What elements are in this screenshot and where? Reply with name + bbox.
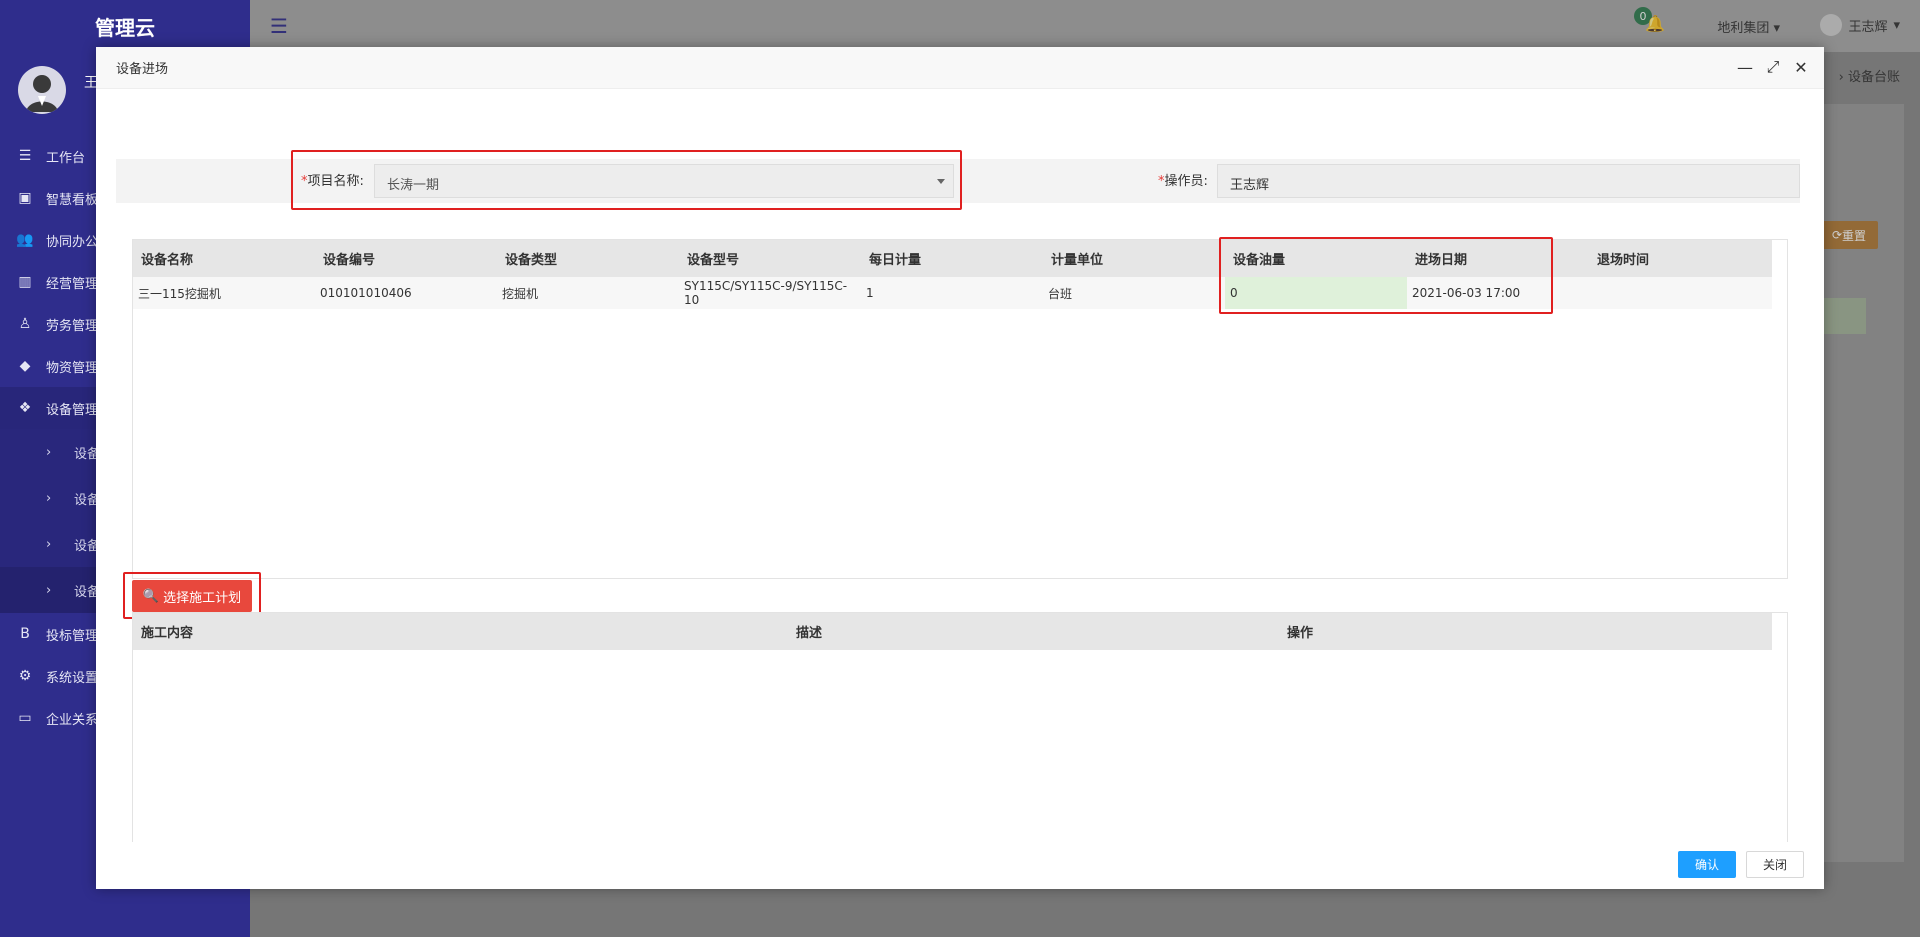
cube-icon: ◆: [19, 358, 31, 374]
sidebar-item-label: 工作台: [46, 150, 86, 166]
dialog-header: 设备进场 — ⤢ ✕: [96, 47, 1824, 89]
table-cell: 挖掘机: [502, 286, 539, 301]
table-header-cell: 计量单位: [1051, 253, 1104, 268]
chevron-right-icon: ›: [46, 444, 52, 460]
worker-icon: ♙: [18, 316, 32, 332]
table-header-cell: 描述: [796, 626, 823, 641]
operator-field[interactable]: 王志辉: [1217, 164, 1800, 198]
confirm-button[interactable]: 确认: [1678, 851, 1736, 878]
table-cell[interactable]: [1589, 277, 1772, 309]
sidebar-item-label: 劳务管理: [46, 318, 99, 334]
sidebar-item-label: 智慧看板: [46, 192, 99, 208]
app-logo: 管理云: [95, 15, 155, 40]
gear-icon: ⚙: [18, 668, 32, 684]
minimize-icon[interactable]: —: [1736, 55, 1754, 79]
table-header-cell: 设备名称: [141, 253, 194, 268]
table-header-cell: 退场时间: [1597, 253, 1650, 268]
operator-label-text: 操作员:: [1164, 174, 1208, 189]
dialog-title: 设备进场: [116, 62, 169, 77]
sidebar-item-label: 企业关系: [46, 712, 99, 728]
chevron-right-icon: ›: [46, 536, 52, 552]
sidebar-item-label: 经营管理: [46, 276, 99, 292]
operator-label: *操作员:: [1158, 170, 1208, 189]
table-header-cell: 每日计量: [869, 253, 922, 268]
table-header-cell: 施工内容: [141, 626, 194, 641]
table-header-cell: 操作: [1287, 626, 1314, 641]
maximize-icon[interactable]: ⤢: [1764, 55, 1782, 79]
table-header-cell: 设备型号: [687, 253, 740, 268]
bar-chart-icon: ▥: [18, 274, 32, 290]
dashboard-icon: ▣: [18, 190, 32, 206]
bold-b-icon: B: [20, 626, 30, 642]
table-header-cell: 设备编号: [323, 253, 376, 268]
avatar: [18, 66, 66, 114]
table-cell: 1: [866, 286, 874, 300]
equipment-entry-dialog: 设备进场 — ⤢ ✕ *项目名称: 长涛一期 *操作员: 王志辉 设备名称 设备编…: [96, 47, 1824, 889]
close-icon[interactable]: ✕: [1792, 55, 1810, 79]
table-cell: SY115C/SY115C-9/SY115C-10: [684, 279, 848, 307]
highlight-frame-project: [291, 150, 962, 210]
close-button[interactable]: 关闭: [1746, 851, 1804, 878]
sidebar-item-label: 协同办公: [46, 234, 99, 250]
operator-value: 王志辉: [1230, 178, 1270, 193]
sidebar-item-label: 设备管理: [46, 402, 99, 418]
plan-table-header: 施工内容 描述 操作: [133, 613, 1772, 650]
chevron-right-icon: ›: [46, 490, 52, 506]
highlight-frame-oil-date: [1219, 237, 1553, 314]
list-icon: ☰: [18, 148, 32, 164]
sidebar-item-label: 投标管理: [46, 628, 99, 644]
sidebar-item-label: 系统设置: [46, 670, 99, 686]
table-cell: 三一115挖掘机: [138, 286, 221, 301]
table-cell: 010101010406: [320, 286, 412, 300]
table-header-cell: 设备类型: [505, 253, 558, 268]
monitor-icon: ▭: [18, 710, 32, 726]
users-icon: 👥: [16, 232, 34, 248]
table-cell: 台班: [1048, 286, 1073, 301]
cubes-icon: ❖: [18, 400, 32, 416]
sidebar-item-label: 物资管理: [46, 360, 99, 376]
construction-plan-table: 施工内容 描述 操作: [132, 612, 1788, 842]
chevron-right-icon: ›: [46, 582, 52, 598]
